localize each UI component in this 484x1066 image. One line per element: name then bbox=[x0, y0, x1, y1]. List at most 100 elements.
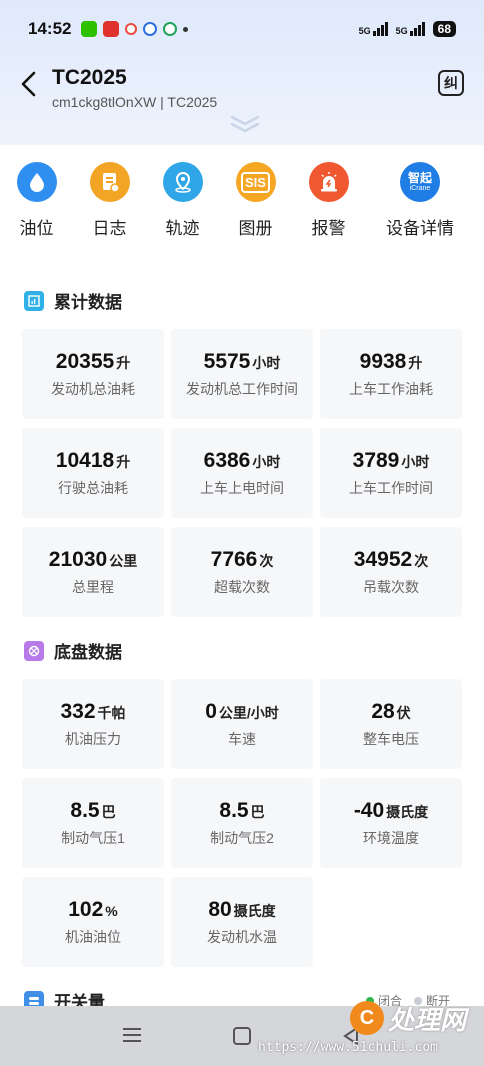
quick-nav-log[interactable]: 日志 bbox=[73, 162, 146, 242]
metric-label: 行驶总油耗 bbox=[58, 480, 128, 496]
metric-value-line: 80 摄氏度 bbox=[208, 897, 275, 923]
chevron-down-icon[interactable] bbox=[228, 114, 262, 134]
metric-unit: 公里 bbox=[109, 553, 138, 569]
quick-nav-track[interactable]: 轨迹 bbox=[146, 162, 219, 242]
alarm-glyph bbox=[320, 172, 337, 192]
signal-icon bbox=[409, 22, 425, 36]
metric-label: 超载次数 bbox=[214, 579, 270, 595]
metric-value: 6386 bbox=[203, 449, 251, 472]
correction-button[interactable]: 纠 bbox=[438, 70, 464, 96]
metric-label: 上车工作时间 bbox=[349, 480, 433, 496]
metric-unit: 升 bbox=[408, 355, 423, 371]
menu-icon[interactable] bbox=[122, 1026, 142, 1044]
metric-card: 9938 升上车工作油耗 bbox=[320, 329, 462, 419]
metric-value-line: 20355 升 bbox=[56, 349, 130, 375]
metric-label: 机油压力 bbox=[65, 731, 121, 747]
metric-value: 7766 bbox=[210, 548, 258, 571]
bar-chart-icon bbox=[24, 290, 44, 311]
metric-value-line: 5575 小时 bbox=[204, 349, 281, 375]
metric-card: 8.5 巴制动气压2 bbox=[171, 778, 313, 868]
metric-value: 20355 bbox=[55, 350, 115, 373]
metric-value-line: 7766 次 bbox=[211, 547, 274, 573]
metric-unit: 升 bbox=[116, 355, 131, 371]
metric-label: 发动机总油耗 bbox=[51, 381, 135, 397]
quick-nav-alarm[interactable]: 报警 bbox=[292, 162, 365, 242]
metric-value-line: 28 伏 bbox=[371, 699, 410, 725]
log-icon bbox=[89, 162, 130, 202]
quick-nav-device-details[interactable]: 智起 iCrane 设备详情 bbox=[365, 162, 475, 242]
sis-icon: SIS bbox=[235, 162, 276, 202]
metric-unit: 小时 bbox=[252, 355, 281, 371]
metric-value: 8.5 bbox=[219, 799, 249, 822]
switch-glyph bbox=[29, 996, 39, 1005]
metric-value: 80 bbox=[208, 898, 232, 921]
metric-unit: 升 bbox=[116, 454, 131, 470]
bar-chart-glyph bbox=[28, 294, 40, 307]
metric-card: 0 公里/小时 车速 bbox=[171, 679, 313, 769]
cumulative-grid: 20355 升发动机总油耗 5575 小时 发动机总工作时间 9938 升上车工作油耗 104… bbox=[22, 329, 462, 617]
metric-label: 上车上电时间 bbox=[200, 480, 284, 496]
metric-card: 10418 升行驶总油耗 bbox=[22, 428, 164, 518]
metric-unit: % bbox=[105, 903, 118, 919]
metric-value-line: 0 公里/小时 bbox=[205, 699, 279, 725]
chassis-grid: 332 千帕 机油压力 0 公里/小时 车速 28 伏整车电压 8.5 巴制动气压1 8.5 巴制动气… bbox=[22, 679, 462, 967]
section-title-chassis: 底盘数据 bbox=[24, 638, 122, 663]
network-indicator-1: 5G bbox=[359, 22, 388, 36]
metric-label: 机油油位 bbox=[65, 929, 121, 945]
metric-value: 332 bbox=[60, 700, 96, 723]
paw-app-icon bbox=[143, 22, 158, 36]
metric-value-line: -40 摄氏度 bbox=[354, 798, 428, 824]
quick-nav-label: 报警 bbox=[311, 219, 346, 238]
location-pin-icon bbox=[162, 162, 203, 202]
quick-nav-oil-level[interactable]: 油位 bbox=[0, 162, 73, 242]
metric-value-line: 21030 公里 bbox=[49, 547, 137, 573]
metric-card: 5575 小时发动机总工作时间 bbox=[171, 329, 313, 419]
section-title-text: 累计数据 bbox=[54, 293, 122, 312]
more-notifications-dot-icon bbox=[183, 26, 189, 32]
metric-value: 10418 bbox=[55, 449, 115, 472]
quick-nav-atlas[interactable]: SIS 图册 bbox=[219, 162, 292, 242]
watermark-url: https://www.51chuli.com bbox=[258, 1040, 439, 1055]
metric-card: -40 摄氏度环境温度 bbox=[320, 778, 462, 868]
icrane-icon: 智起 iCrane bbox=[400, 162, 440, 202]
quick-nav-label: 图册 bbox=[238, 219, 273, 238]
quick-nav-label: 油位 bbox=[19, 219, 54, 238]
metric-card: 8.5 巴制动气压1 bbox=[22, 778, 164, 868]
metric-label: 发动机总工作时间 bbox=[186, 381, 298, 397]
metric-value: 9938 bbox=[359, 350, 407, 373]
metric-label: 上车工作油耗 bbox=[349, 381, 433, 397]
status-bar: 14:52 5G 5G 68 bbox=[0, 0, 484, 58]
metric-card: 332 千帕机油压力 bbox=[22, 679, 164, 769]
metric-value: 34952 bbox=[353, 548, 413, 571]
metric-label: 发动机水温 bbox=[207, 929, 277, 945]
metric-value-line: 102% bbox=[68, 897, 118, 923]
metric-unit: 巴 bbox=[101, 804, 116, 820]
home-icon[interactable] bbox=[232, 1026, 252, 1046]
watermark: C 处理网 bbox=[350, 1000, 466, 1036]
chassis-icon bbox=[24, 640, 44, 661]
quick-nav: 油位 日志 轨迹 SIS 图册 报警 智起 iCrane 设备详情 bbox=[0, 162, 484, 242]
wechat-icon bbox=[81, 21, 98, 37]
section-title-cumulative: 累计数据 bbox=[24, 288, 122, 313]
signal-icon bbox=[372, 22, 388, 36]
back-arrow-icon[interactable] bbox=[18, 70, 40, 98]
icrane-icon-text: 智起 bbox=[407, 170, 432, 185]
watermark-brand: 处理网 bbox=[388, 1004, 467, 1035]
metric-label: 整车电压 bbox=[363, 731, 419, 747]
map-pin-app-icon bbox=[125, 23, 138, 35]
oil-drop-icon bbox=[16, 162, 57, 202]
metric-label: 环境温度 bbox=[363, 830, 419, 846]
status-right: 5G 5G 68 bbox=[359, 21, 456, 37]
location-pin-glyph bbox=[174, 171, 191, 193]
metric-value-line: 10418 升 bbox=[56, 448, 130, 474]
battery-icon: 68 bbox=[432, 21, 456, 37]
metric-label: 制动气压2 bbox=[210, 830, 274, 846]
metric-value: 8.5 bbox=[70, 799, 100, 822]
metric-unit: 巴 bbox=[250, 804, 265, 820]
quick-nav-label: 日志 bbox=[92, 219, 127, 238]
metric-unit: 千帕 bbox=[97, 705, 126, 721]
metric-value-line: 34952 次 bbox=[354, 547, 428, 573]
metric-unit: 次 bbox=[414, 553, 429, 569]
log-glyph bbox=[102, 173, 120, 193]
metric-value: -40 bbox=[353, 799, 385, 822]
